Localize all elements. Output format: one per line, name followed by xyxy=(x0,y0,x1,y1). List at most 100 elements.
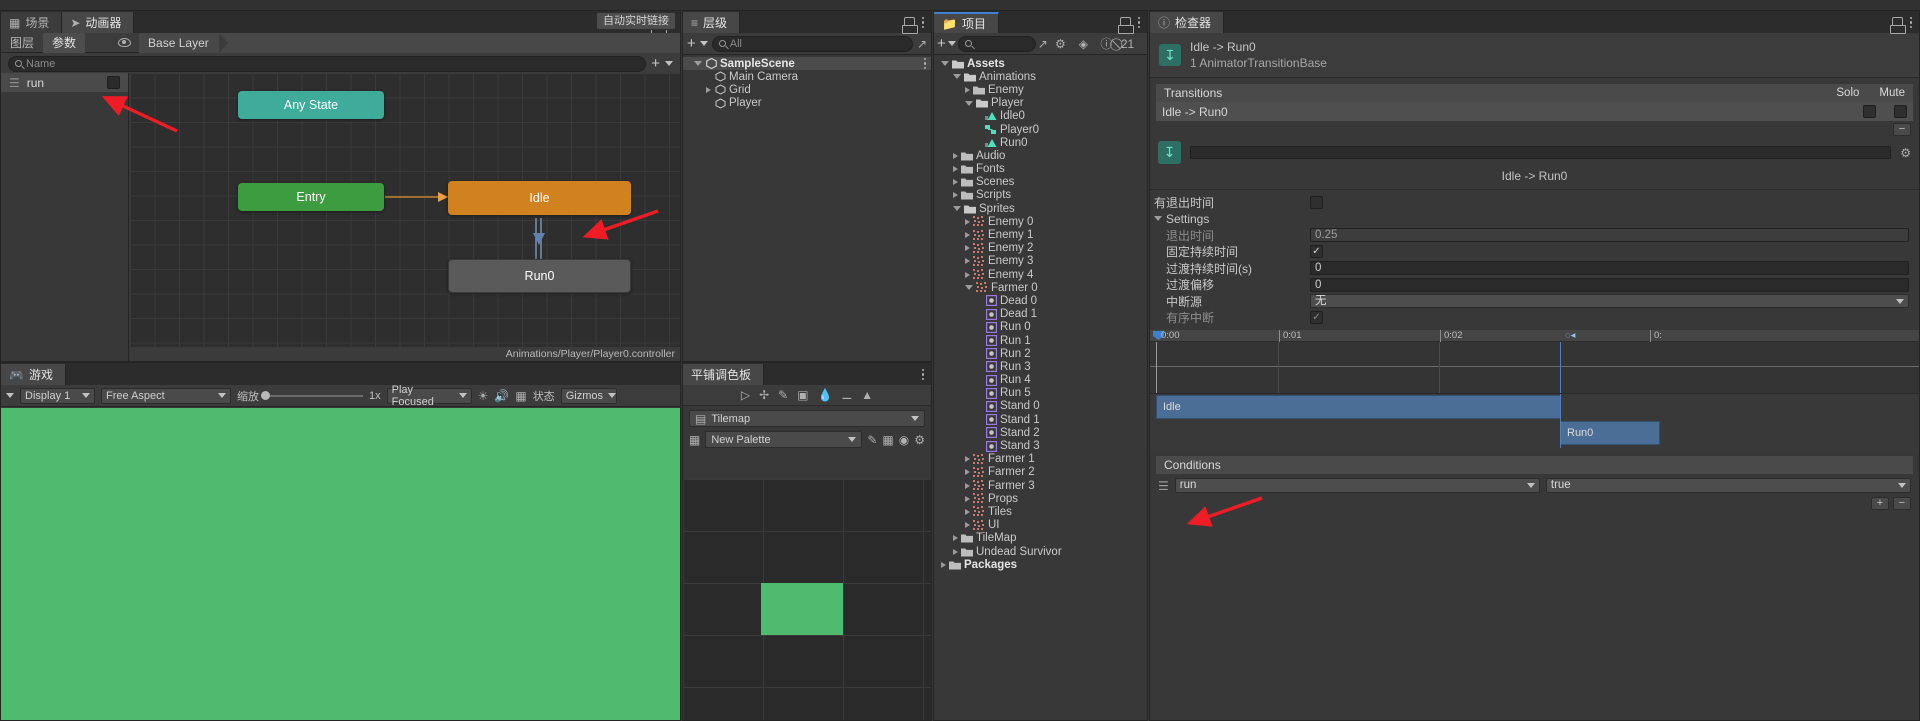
chevron-right-icon[interactable] xyxy=(965,271,970,278)
tree-row[interactable]: Undead Survivor xyxy=(934,545,1147,558)
parameter-row-run[interactable]: ☰ run xyxy=(1,73,128,92)
chevron-down-icon[interactable] xyxy=(665,61,673,66)
lock-icon[interactable] xyxy=(1117,17,1134,34)
menu-kebab-icon[interactable] xyxy=(1137,16,1140,29)
chevron-down-icon[interactable] xyxy=(947,41,956,46)
tree-row[interactable]: Farmer 3 xyxy=(934,479,1147,492)
tree-row[interactable]: Dead 1 xyxy=(934,308,1147,321)
sun-icon[interactable]: ☀ xyxy=(478,390,489,402)
tree-row[interactable]: Enemy 4 xyxy=(934,268,1147,281)
chevron-down-icon[interactable] xyxy=(941,61,949,67)
settings-foldout[interactable]: Settings xyxy=(1150,211,1919,228)
state-node-entry[interactable]: Entry xyxy=(238,183,384,211)
expand-window-icon[interactable]: ↗ xyxy=(1038,38,1048,50)
play-focused-dropdown[interactable]: Play Focused xyxy=(386,384,472,408)
tree-row[interactable]: Idle0 xyxy=(934,110,1147,123)
setting-row[interactable]: 过渡偏移 0 xyxy=(1150,277,1919,294)
setting-value-field[interactable]: 0 xyxy=(1310,261,1909,276)
solo-checkbox[interactable] xyxy=(1863,105,1876,118)
setting-row[interactable]: 固定持续时间 ✓ xyxy=(1150,244,1919,261)
setting-dropdown[interactable]: 无 xyxy=(1310,294,1909,309)
tab-tile-palette[interactable]: 平铺调色板 xyxy=(683,364,765,385)
tree-row[interactable]: Sprites xyxy=(934,202,1147,215)
tree-row[interactable]: Run0 xyxy=(934,136,1147,149)
chevron-right-icon[interactable] xyxy=(706,86,711,93)
mute-checkbox[interactable] xyxy=(1894,105,1907,118)
tree-row[interactable]: SampleScene xyxy=(683,57,931,71)
menu-kebab-icon[interactable] xyxy=(921,16,924,29)
menu-kebab-icon[interactable] xyxy=(923,57,926,70)
timeline-blend-area[interactable] xyxy=(1150,342,1919,394)
tab-animator[interactable]: ➤ 动画器 xyxy=(62,12,135,33)
tree-row[interactable]: Packages xyxy=(934,558,1147,571)
hierarchy-tree[interactable]: SampleScene Main Camera Grid Player xyxy=(683,57,931,361)
parameter-bool-checkbox[interactable] xyxy=(107,76,120,89)
tree-row[interactable]: Enemy xyxy=(934,83,1147,96)
palette-dropdown[interactable]: New Palette xyxy=(705,431,863,448)
chevron-right-icon[interactable] xyxy=(953,152,958,159)
filter-warning-icon[interactable]: ⓘ xyxy=(1096,35,1117,53)
breadcrumb[interactable]: Base Layer xyxy=(139,32,680,53)
edit-palette-icon[interactable]: ✎ xyxy=(867,434,877,446)
transition-timeline[interactable]: 0:00 0:01 0:02 ◌◂ 0: Idle Run0 xyxy=(1150,330,1919,450)
chevron-down-icon[interactable] xyxy=(699,41,708,46)
chevron-right-icon[interactable] xyxy=(965,522,970,529)
palette-grid-toggle-icon[interactable]: ▦ xyxy=(882,434,893,446)
chevron-right-icon[interactable] xyxy=(953,548,958,555)
project-tree[interactable]: Assets Animations Enemy Player Idle0 Player0 R… xyxy=(934,57,1147,720)
tree-row[interactable]: Stand 3 xyxy=(934,439,1147,452)
eraser-tool-icon[interactable]: ⚊ xyxy=(842,389,853,401)
has-exit-time-checkbox[interactable] xyxy=(1310,195,1323,209)
state-machine-graph[interactable]: Any State Entry Idle Run0 xyxy=(130,73,680,361)
tree-row[interactable]: Props xyxy=(934,492,1147,505)
hierarchy-search-input[interactable]: All xyxy=(711,35,913,52)
tree-row[interactable]: Player xyxy=(683,97,931,110)
condition-parameter-dropdown[interactable]: run xyxy=(1174,478,1540,493)
tree-row[interactable]: Enemy 1 xyxy=(934,228,1147,241)
tree-row[interactable]: Fonts xyxy=(934,163,1147,176)
setting-row[interactable]: 有序中断 ✓ xyxy=(1150,310,1919,327)
tree-row[interactable]: Stand 1 xyxy=(934,413,1147,426)
state-node-idle[interactable]: Idle xyxy=(448,181,631,215)
expand-window-icon[interactable]: ↗ xyxy=(917,38,927,50)
setting-row[interactable]: 过渡持续时间(s) 0 xyxy=(1150,260,1919,277)
timeline-clip-idle[interactable]: Idle xyxy=(1156,395,1561,419)
tree-row[interactable]: Farmer 2 xyxy=(934,466,1147,479)
tree-row[interactable]: Farmer 1 xyxy=(934,453,1147,466)
tree-row[interactable]: Enemy 0 xyxy=(934,215,1147,228)
gizmos-dropdown[interactable]: Gizmos xyxy=(560,387,617,404)
move-tool-icon[interactable]: ✢ xyxy=(759,389,769,401)
tree-row[interactable]: Stand 2 xyxy=(934,426,1147,439)
game-viewport[interactable] xyxy=(1,408,680,720)
tree-row[interactable]: Tiles xyxy=(934,505,1147,518)
tree-row[interactable]: TileMap xyxy=(934,532,1147,545)
chevron-down-icon[interactable] xyxy=(953,206,961,212)
tab-game[interactable]: 🎮 游戏 xyxy=(1,364,66,385)
remove-transition-button[interactable]: − xyxy=(1893,123,1911,136)
chevron-down-icon[interactable] xyxy=(965,285,973,291)
tree-row[interactable]: Run 1 xyxy=(934,334,1147,347)
project-search-input[interactable] xyxy=(957,35,1036,52)
tree-row[interactable]: Animations xyxy=(934,70,1147,83)
tree-row[interactable]: Enemy 2 xyxy=(934,242,1147,255)
setting-row[interactable]: 退出时间 0.25 xyxy=(1150,227,1919,244)
tab-scene[interactable]: ▦ 场景 xyxy=(1,12,63,33)
chevron-right-icon[interactable] xyxy=(965,218,970,225)
aspect-dropdown[interactable]: Free Aspect xyxy=(101,387,231,404)
chevron-right-icon[interactable] xyxy=(953,192,958,199)
state-node-any-state[interactable]: Any State xyxy=(238,91,384,119)
tree-row[interactable]: Run 3 xyxy=(934,360,1147,373)
chevron-right-icon[interactable] xyxy=(953,179,958,186)
add-condition-button[interactable]: + xyxy=(1871,497,1889,510)
fill-tool-icon[interactable]: ▲ xyxy=(861,389,873,401)
has-exit-time-row[interactable]: 有退出时间 xyxy=(1150,194,1919,211)
tile-palette-canvas[interactable] xyxy=(683,479,931,720)
visibility-eye-icon[interactable] xyxy=(118,38,132,47)
add-parameter-icon[interactable]: + xyxy=(651,56,660,71)
chevron-right-icon[interactable] xyxy=(965,86,970,93)
tree-row[interactable]: Run 4 xyxy=(934,374,1147,387)
tree-row[interactable]: Audio xyxy=(934,149,1147,162)
remove-condition-button[interactable]: − xyxy=(1893,497,1911,510)
tree-row[interactable]: Dead 0 xyxy=(934,294,1147,307)
chevron-down-icon[interactable] xyxy=(6,393,14,398)
